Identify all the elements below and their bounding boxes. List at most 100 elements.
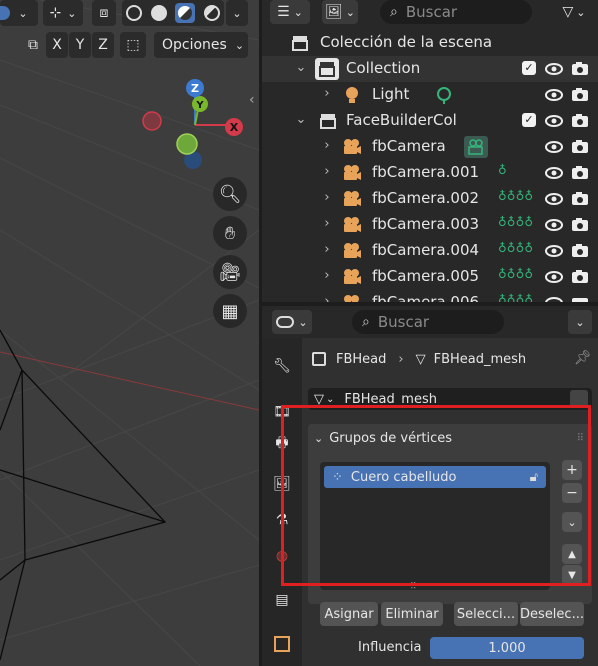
topology-mirror-toggle[interactable]: ⬚: [120, 32, 146, 58]
tree-row-fbcamera-004[interactable]: › fbCamera.004 ♁♁♁♁: [262, 238, 598, 264]
specials-menu-button[interactable]: ⌄: [562, 512, 582, 532]
mesh-datablock-field[interactable]: ▽ ⌄ FBHead_mesh: [308, 388, 592, 410]
editor-type-dropdown[interactable]: ⌄: [272, 310, 312, 334]
tree-row-fbcamera-006[interactable]: › fbCamera.006 ♁♁♁♁: [262, 290, 598, 302]
tab-scene[interactable]: ⚗︎: [268, 506, 296, 534]
view-mode-dropdown[interactable]: ⌄: [0, 0, 38, 26]
render-camera-icon[interactable]: [570, 59, 590, 79]
tab-output[interactable]: 🖶: [268, 430, 296, 458]
list-item[interactable]: ⁘ Cuero cabelludo 🔓︎: [324, 466, 546, 488]
tab-render[interactable]: 🎞︎: [268, 398, 296, 426]
chevron-right-icon[interactable]: ›: [320, 294, 334, 302]
assign-button[interactable]: Asignar: [320, 602, 378, 626]
tree-row-fbcamera-001[interactable]: › fbCamera.001 ♁: [262, 160, 598, 186]
material-shading-icon[interactable]: [175, 3, 196, 23]
remove-button[interactable]: Eliminar: [381, 602, 443, 626]
rendered-shading-icon[interactable]: [203, 5, 220, 21]
eye-icon[interactable]: [544, 163, 564, 183]
filter-view-dropdown[interactable]: 🖼︎ ⌄: [322, 0, 358, 24]
shading-modes[interactable]: [122, 0, 224, 26]
shading-options-dropdown[interactable]: ⌄: [226, 0, 248, 26]
tree-row-fbcamera-005[interactable]: › fbCamera.005 ♁♁♁♁: [262, 264, 598, 290]
solid-shading-icon[interactable]: [150, 5, 167, 21]
vertex-groups-panel-header[interactable]: ⌄ Grupos de vértices ⠿: [314, 428, 584, 448]
eye-icon[interactable]: [544, 111, 564, 131]
eye-icon[interactable]: [544, 85, 564, 105]
pan-button[interactable]: ✋︎: [213, 216, 247, 250]
render-camera-icon[interactable]: [570, 267, 590, 287]
wireframe-shading-icon[interactable]: [126, 5, 143, 21]
chevron-right-icon[interactable]: ›: [320, 164, 334, 180]
influence-slider[interactable]: 1.000: [430, 637, 584, 659]
chevron-right-icon[interactable]: ›: [320, 138, 334, 154]
tab-collection[interactable]: ▤: [268, 586, 296, 614]
remove-vertex-group-button[interactable]: −: [562, 483, 582, 503]
render-camera-icon[interactable]: [570, 111, 590, 131]
eye-icon[interactable]: [544, 189, 564, 209]
chevron-right-icon[interactable]: ›: [320, 268, 334, 284]
deselect-button[interactable]: Deselec...: [520, 602, 584, 626]
lock-icon[interactable]: 🔓︎: [530, 470, 538, 485]
filter-dropdown[interactable]: ▽ ⌄: [554, 0, 594, 24]
properties-options-dropdown[interactable]: ⌄: [568, 310, 592, 334]
fake-user-shield-icon[interactable]: [570, 390, 588, 408]
snap-dropdown[interactable]: ⊹ ⌄: [43, 0, 83, 26]
list-resize-handle-icon[interactable]: ⠿: [410, 582, 417, 592]
tree-row-collection[interactable]: ⌄ Collection ✓: [262, 56, 598, 82]
viewport-3d[interactable]: ⌄ ⊹ ⌄ ⧈ ⌄ ⧉ X Y Z ⬚ Opciones ⌄ ‹ Z Y X 🔍︎…: [0, 0, 259, 666]
tab-object[interactable]: [268, 630, 296, 658]
render-camera-icon[interactable]: [570, 189, 590, 209]
tree-row-fbcamera[interactable]: › fbCamera: [262, 134, 598, 160]
tree-row-light[interactable]: › Light: [262, 82, 598, 108]
add-vertex-group-button[interactable]: +: [562, 460, 582, 480]
display-mode-dropdown[interactable]: ☰ ⌄: [270, 0, 310, 24]
eye-icon[interactable]: [544, 241, 564, 261]
exclude-checkbox[interactable]: ✓: [522, 113, 536, 127]
mirror-y-toggle[interactable]: Y: [69, 32, 91, 58]
outliner-search-field[interactable]: ⌕ Buscar: [380, 0, 532, 24]
chevron-right-icon[interactable]: ›: [320, 216, 334, 232]
exclude-checkbox[interactable]: ✓: [522, 61, 536, 75]
tree-row-facebuildercol[interactable]: ⌄ FaceBuilderCol ✓: [262, 108, 598, 134]
eye-icon[interactable]: [544, 59, 564, 79]
properties-search-field[interactable]: ⌕ Buscar: [352, 310, 504, 334]
grid-icon: ▦: [221, 300, 239, 322]
chevron-right-icon[interactable]: ›: [320, 86, 334, 102]
chevron-down-icon[interactable]: ⌄: [294, 112, 308, 128]
tree-row-scene-collection[interactable]: Colección de la escena: [262, 30, 598, 56]
select-button[interactable]: Selecci...: [454, 602, 518, 626]
chevron-right-icon[interactable]: ›: [320, 190, 334, 206]
render-camera-icon[interactable]: [570, 137, 590, 157]
tree-row-fbcamera-003[interactable]: › fbCamera.003 ♁♁♁♁: [262, 212, 598, 238]
mirror-x-toggle[interactable]: X: [46, 32, 68, 58]
mirror-z-toggle[interactable]: Z: [92, 32, 114, 58]
tree-row-fbcamera-002[interactable]: › fbCamera.002 ♁♁♁♁: [262, 186, 598, 212]
render-camera-icon[interactable]: [570, 293, 590, 302]
render-camera-icon[interactable]: [570, 241, 590, 261]
tab-tool[interactable]: 🔧︎: [268, 352, 296, 380]
eye-icon[interactable]: [544, 267, 564, 287]
tab-world[interactable]: ◍: [268, 542, 296, 570]
move-down-button[interactable]: ▼: [562, 565, 582, 585]
camera-data-icon: ♁: [498, 163, 507, 177]
chevron-down-icon[interactable]: ⌄: [294, 60, 308, 76]
perspective-toggle-button[interactable]: ▦: [213, 294, 247, 328]
mirror-icon[interactable]: ⧉: [22, 32, 44, 58]
xray-toggle[interactable]: ⧈: [92, 0, 116, 26]
render-camera-icon[interactable]: [570, 215, 590, 235]
eye-icon[interactable]: [544, 137, 564, 157]
zoom-button[interactable]: 🔍︎: [213, 177, 247, 211]
options-dropdown[interactable]: Opciones ⌄: [154, 32, 248, 58]
camera-view-button[interactable]: 🎥︎: [213, 255, 247, 289]
eye-icon[interactable]: [544, 293, 564, 302]
chevron-right-icon[interactable]: ›: [320, 242, 334, 258]
drag-handle-icon[interactable]: ⠿: [577, 433, 584, 444]
render-camera-icon[interactable]: [570, 163, 590, 183]
render-camera-icon[interactable]: [570, 85, 590, 105]
eye-icon[interactable]: [544, 215, 564, 235]
pin-icon[interactable]: 📌︎: [574, 350, 592, 366]
move-up-button[interactable]: ▲: [562, 544, 582, 564]
tab-view-layer[interactable]: 🖼︎: [268, 470, 296, 498]
navigation-gizmo[interactable]: Z Y X: [135, 72, 250, 172]
panel-title: Grupos de vértices: [329, 430, 453, 446]
